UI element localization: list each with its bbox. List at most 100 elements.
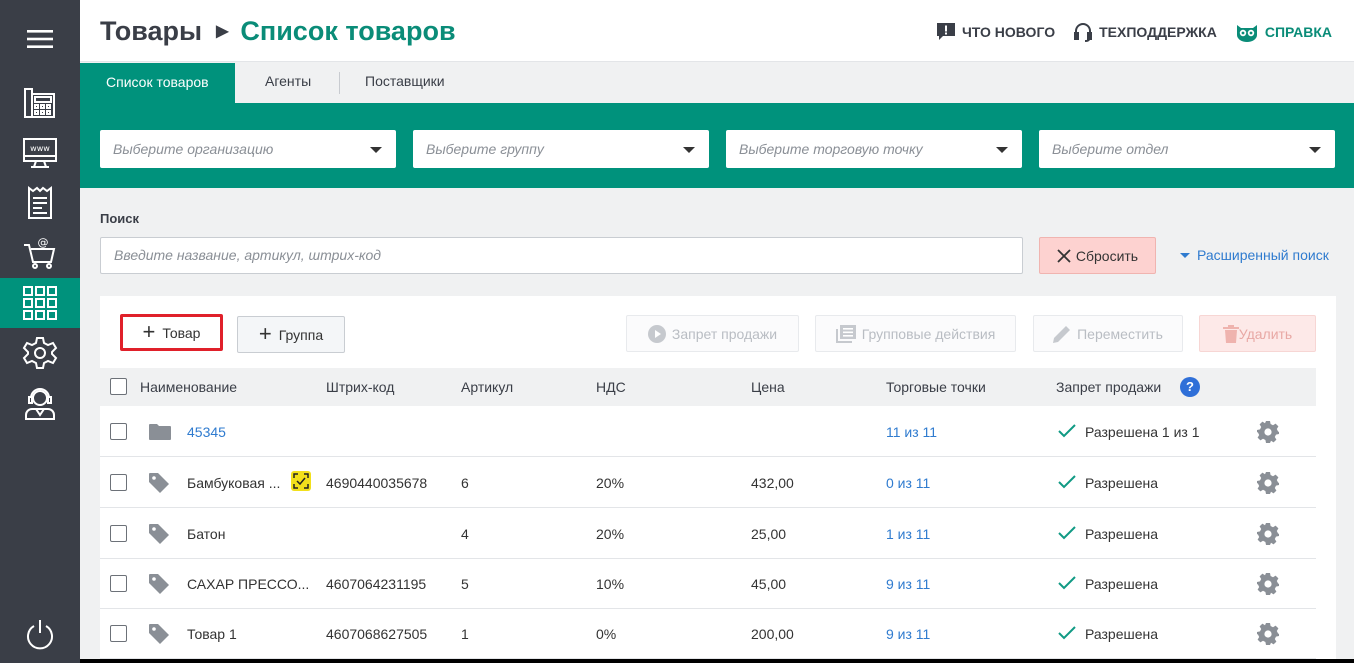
row-checkbox[interactable]	[110, 525, 127, 542]
row-checkbox[interactable]	[110, 575, 127, 592]
www-monitor-icon[interactable]: www	[0, 128, 80, 178]
help-link[interactable]: СПРАВКА	[1235, 22, 1332, 42]
tab-agents[interactable]: Агенты	[265, 62, 311, 103]
plus-icon: +	[142, 318, 156, 344]
caret-down-icon	[370, 147, 382, 153]
table-header: Наименование Штрих-код Артикул НДС Цена …	[100, 368, 1316, 406]
search-input-placeholder: Введите название, артикул, штрих-код	[114, 247, 382, 263]
col-vat[interactable]: НДС	[596, 368, 626, 406]
menu-icon[interactable]	[0, 14, 80, 64]
row-outlets[interactable]: 1 из 11	[886, 509, 930, 559]
tab-product-list[interactable]: Список товаров	[80, 63, 235, 103]
tab-suppliers[interactable]: Поставщики	[365, 62, 445, 103]
svg-text:@: @	[38, 236, 49, 249]
row-article: 1	[461, 626, 469, 642]
col-barcode[interactable]: Штрих-код	[326, 368, 394, 406]
sidebar: www @	[0, 0, 80, 663]
row-barcode: 4607064231195	[326, 576, 427, 592]
help-label: СПРАВКА	[1264, 24, 1332, 40]
receipt-icon[interactable]	[0, 178, 80, 228]
row-checkbox[interactable]	[110, 423, 127, 440]
row-article: 4	[461, 526, 469, 542]
row-name[interactable]: Батон	[187, 509, 225, 559]
row-outlets[interactable]: 11 из 11	[886, 407, 937, 457]
gear-icon[interactable]	[0, 328, 80, 378]
row-price: 200,00	[751, 626, 794, 642]
row-outlets[interactable]: 0 из 11	[886, 458, 930, 508]
row-name[interactable]: САХАР ПРЕССО...	[187, 559, 309, 609]
select-all-checkbox[interactable]	[110, 378, 127, 395]
row-sale-status: Разрешена 1 из 1	[1085, 424, 1200, 440]
row-checkbox[interactable]	[110, 474, 127, 491]
col-name[interactable]: Наименование	[140, 368, 237, 406]
row-vat: 20%	[596, 475, 625, 491]
row-checkbox[interactable]	[110, 625, 127, 642]
advanced-search-link[interactable]: Расширенный поиск	[1180, 247, 1329, 263]
breadcrumb-root[interactable]: Товары	[100, 16, 202, 47]
support-link[interactable]: ТЕХПОДДЕРЖКА	[1073, 22, 1217, 42]
department-select[interactable]: Выберите отдел	[1039, 130, 1335, 168]
header-links: ЧТО НОВОГО ТЕХПОДДЕРЖКА СПРАВКА	[918, 22, 1332, 42]
add-product-button[interactable]: + Товар	[120, 314, 223, 351]
row-price: 25,00	[751, 526, 787, 542]
row-price: 45,00	[751, 576, 787, 592]
pencil-icon	[1053, 325, 1071, 343]
owl-icon	[1236, 25, 1257, 42]
plus-icon: +	[258, 320, 272, 346]
folder-icon	[149, 424, 171, 440]
row-outlets[interactable]: 9 из 11	[886, 609, 930, 659]
shopping-cart-at-icon[interactable]: @	[0, 228, 80, 278]
stack-list-icon	[835, 324, 856, 343]
help-question-icon[interactable]: ?	[1180, 377, 1200, 397]
col-price[interactable]: Цена	[751, 368, 785, 406]
add-group-button[interactable]: + Группа	[237, 316, 345, 353]
col-article[interactable]: Артикул	[461, 368, 513, 406]
reset-button[interactable]: Сбросить	[1039, 237, 1156, 274]
outlet-select-placeholder: Выберите торговую точку	[739, 141, 923, 157]
row-settings-gear-icon[interactable]	[1257, 523, 1279, 545]
delete-button[interactable]: Удалить	[1199, 315, 1316, 352]
table-row[interactable]: Бамбуковая ... 4690440035678 6 20% 432,0…	[100, 458, 1316, 508]
move-button[interactable]: Переместить	[1033, 315, 1183, 352]
row-name[interactable]: Бамбуковая ...	[187, 458, 280, 508]
table-row[interactable]: САХАР ПРЕССО... 4607064231195 5 10% 45,0…	[100, 559, 1316, 609]
group-select[interactable]: Выберите группу	[413, 130, 709, 168]
search-label: Поиск	[100, 211, 140, 226]
outlet-select[interactable]: Выберите торговую точку	[726, 130, 1022, 168]
row-outlets[interactable]: 9 из 11	[886, 559, 930, 609]
products-panel: + Товар + Группа Запрет продажи Групповы…	[100, 296, 1336, 659]
delete-label: Удалить	[1238, 325, 1293, 342]
check-icon	[1058, 424, 1076, 438]
row-settings-gear-icon[interactable]	[1257, 472, 1279, 494]
whats-new-link[interactable]: ЧТО НОВОГО	[936, 22, 1055, 42]
check-icon	[1058, 526, 1076, 540]
tag-icon	[149, 624, 169, 644]
table-row[interactable]: Батон 4 20% 25,00 1 из 11 Разрешена	[100, 509, 1316, 559]
col-outlets[interactable]: Торговые точки	[886, 368, 986, 406]
row-settings-gear-icon[interactable]	[1257, 573, 1279, 595]
breadcrumb: Товары ▶ Список товаров	[100, 16, 456, 47]
trash-icon	[1222, 324, 1239, 343]
row-sale-status: Разрешена	[1085, 576, 1159, 592]
table-row[interactable]: Товар 1 4607068627505 1 0% 200,00 9 из 1…	[100, 609, 1316, 659]
row-settings-gear-icon[interactable]	[1257, 623, 1279, 645]
table-row[interactable]: 45345 11 из 11 Разрешена 1 из 1	[100, 407, 1316, 457]
cash-register-icon[interactable]	[0, 78, 80, 128]
headset-icon	[1074, 23, 1093, 42]
row-name[interactable]: Товар 1	[187, 609, 237, 659]
grid-apps-icon[interactable]	[0, 278, 80, 328]
row-barcode: 4607068627505	[326, 626, 428, 642]
check-icon	[1058, 626, 1076, 640]
tag-icon	[149, 574, 169, 594]
col-sale-ban[interactable]: Запрет продажи	[1056, 368, 1161, 406]
search-input[interactable]: Введите название, артикул, штрих-код	[100, 237, 1023, 274]
close-icon	[1057, 248, 1071, 263]
power-icon[interactable]	[0, 609, 80, 659]
row-settings-gear-icon[interactable]	[1257, 421, 1279, 443]
group-actions-button[interactable]: Групповые действия	[815, 315, 1016, 352]
organization-select[interactable]: Выберите организацию	[100, 130, 396, 168]
operator-headset-icon[interactable]	[0, 378, 80, 428]
check-icon	[1058, 475, 1076, 489]
ban-sale-button[interactable]: Запрет продажи	[626, 315, 799, 352]
row-name[interactable]: 45345	[187, 407, 226, 457]
